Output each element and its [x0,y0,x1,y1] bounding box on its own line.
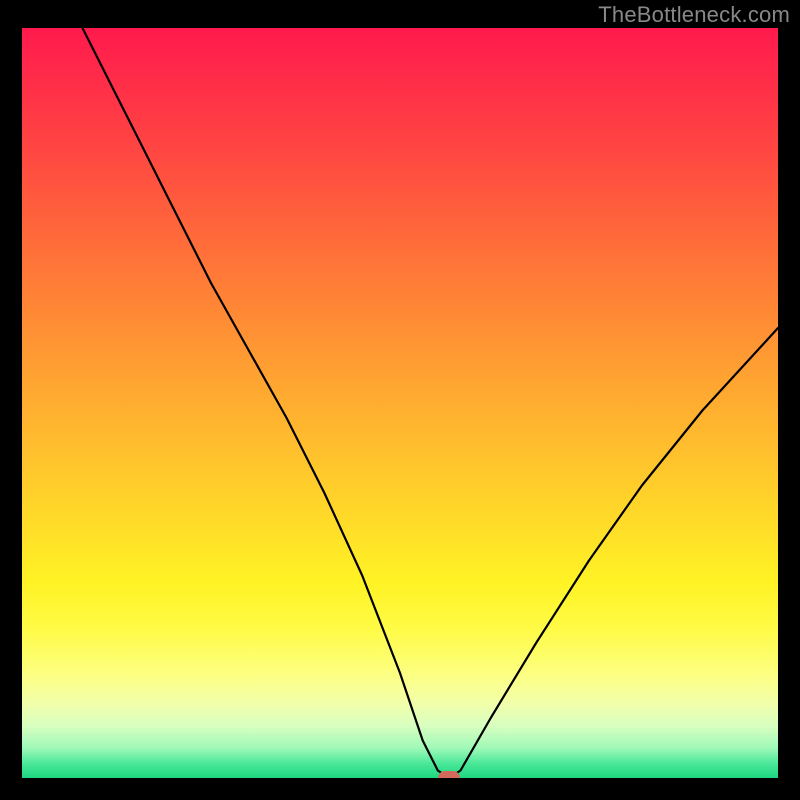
bottleneck-curve [83,28,779,778]
chart-container: TheBottleneck.com [0,0,800,800]
curve-svg [22,28,778,778]
plot-area [22,28,778,778]
bottleneck-marker [438,771,460,778]
watermark-text: TheBottleneck.com [598,2,790,28]
